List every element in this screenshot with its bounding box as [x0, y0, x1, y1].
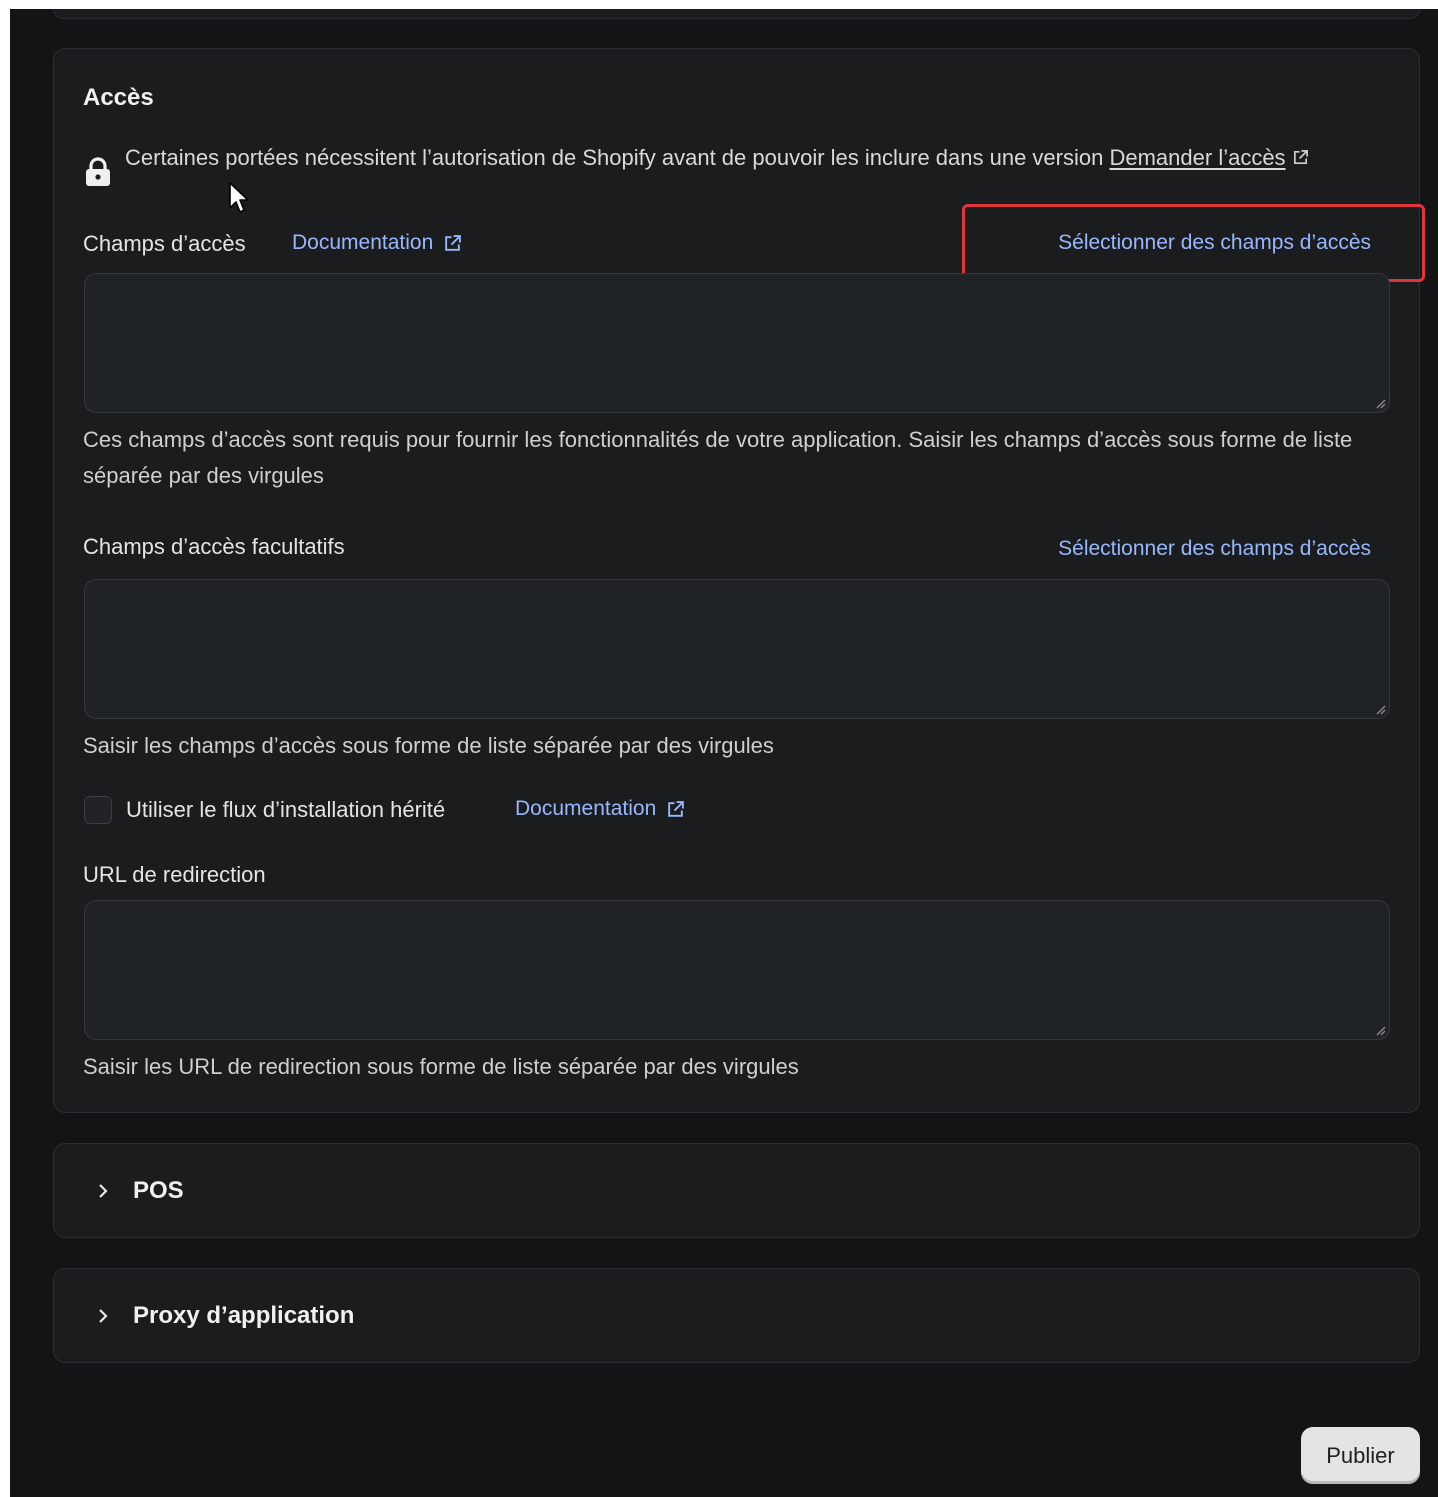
- pos-section-title[interactable]: POS: [133, 1177, 184, 1205]
- highlight-annotation: [962, 204, 1425, 282]
- external-link-icon: [445, 234, 462, 251]
- external-link-icon: [668, 800, 685, 817]
- optional-scopes-label: Champs d’accès facultatifs: [83, 534, 345, 559]
- previous-card-edge: [53, 9, 1420, 19]
- legacy-install-checkbox[interactable]: [84, 796, 112, 824]
- legacy-install-label[interactable]: Utiliser le flux d’installation hérité: [126, 797, 445, 823]
- redirect-url-textarea[interactable]: [84, 900, 1390, 1040]
- chevron-right-icon[interactable]: [94, 1307, 112, 1325]
- resize-handle-icon[interactable]: [1374, 703, 1386, 715]
- scopes-textarea[interactable]: [84, 273, 1390, 413]
- legacy-install-documentation-link[interactable]: Documentation: [515, 797, 685, 821]
- redirect-url-help-text: Saisir les URL de redirection sous forme…: [83, 1054, 799, 1079]
- scopes-documentation-link[interactable]: Documentation: [292, 231, 462, 255]
- mouse-cursor-icon: [229, 182, 249, 213]
- documentation-link-text: Documentation: [515, 797, 657, 820]
- scopes-label: Champs d’accès: [83, 231, 246, 256]
- optional-scopes-textarea[interactable]: [84, 579, 1390, 719]
- resize-handle-icon[interactable]: [1374, 397, 1386, 409]
- select-optional-scopes-link[interactable]: Sélectionner des champs d’accès: [1000, 537, 1371, 561]
- external-link-icon: [1293, 150, 1308, 165]
- access-notice-text: Certaines portées nécessitent l’autorisa…: [125, 145, 1104, 170]
- optional-scopes-help-text: Saisir les champs d’accès sous forme de …: [83, 733, 774, 758]
- pos-section[interactable]: [53, 1143, 1420, 1238]
- chevron-right-icon[interactable]: [94, 1182, 112, 1200]
- app-proxy-section-title[interactable]: Proxy d’application: [133, 1302, 354, 1330]
- resize-handle-icon[interactable]: [1374, 1024, 1386, 1036]
- request-access-link[interactable]: Demander l’accès: [1109, 145, 1308, 170]
- access-notice: Certaines portées nécessitent l’autorisa…: [125, 140, 1365, 176]
- lock-icon: [86, 157, 110, 186]
- documentation-link-text: Documentation: [292, 231, 434, 254]
- access-section-title: Accès: [83, 84, 154, 111]
- publish-button[interactable]: Publier: [1301, 1427, 1420, 1484]
- scopes-help-text: Ces champs d’accès sont requis pour four…: [83, 427, 1353, 488]
- redirect-url-label: URL de redirection: [83, 862, 266, 887]
